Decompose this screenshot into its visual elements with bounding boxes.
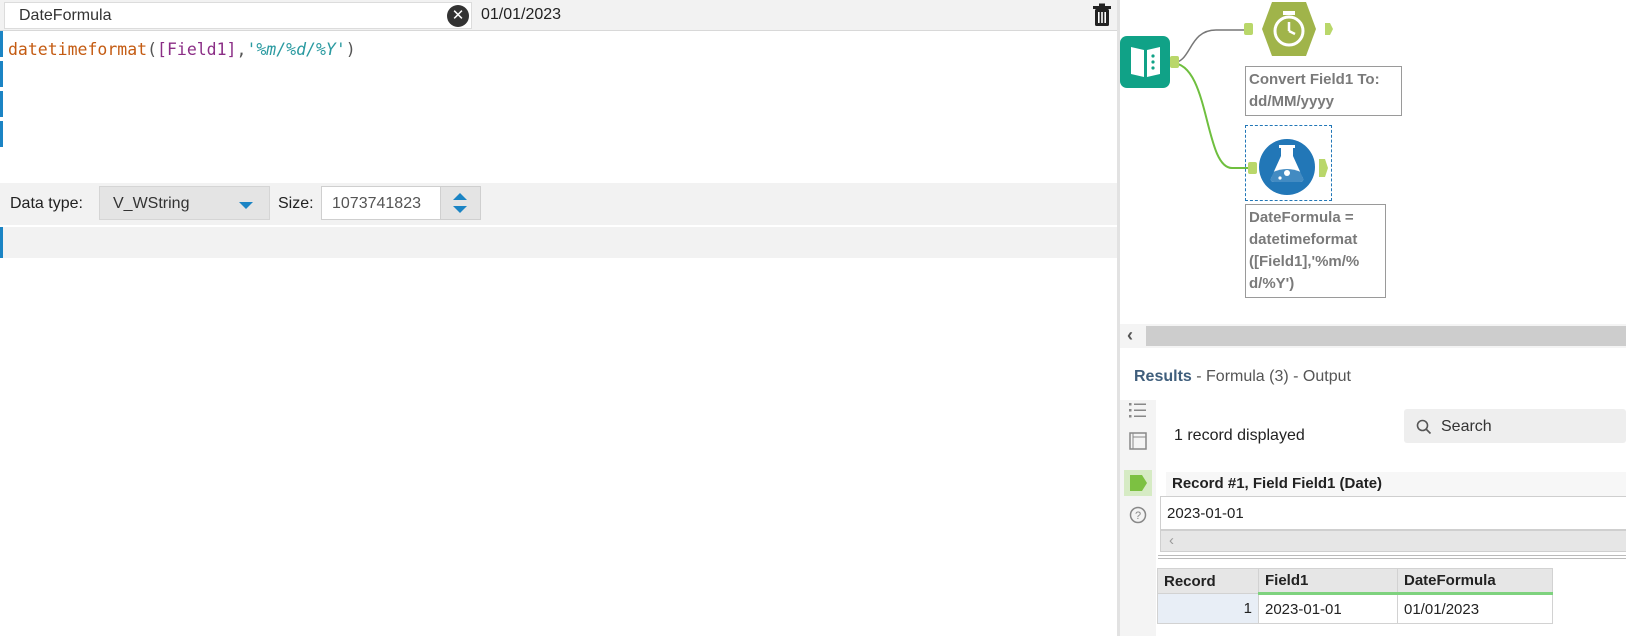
formula-tool[interactable]: [1245, 125, 1332, 201]
clear-field-icon[interactable]: ✕: [447, 5, 469, 27]
flask-icon: [1248, 139, 1328, 195]
column-header-record[interactable]: Record: [1157, 568, 1259, 594]
output-field-name-input[interactable]: DateFormula: [4, 2, 472, 29]
results-panel: Results - Formula (3) - Output ? 1 recor…: [1120, 350, 1626, 636]
data-type-label: Data type:: [10, 195, 83, 212]
size-value: 1073741823: [332, 195, 421, 212]
scroll-left-icon[interactable]: ‹: [1127, 325, 1133, 346]
workflow-canvas[interactable]: Convert Field1 To: dd/MM/yyyy DateFormul…: [1120, 0, 1626, 320]
detail-splitter[interactable]: [1158, 555, 1626, 559]
annotation-line: datetimeformat: [1249, 231, 1358, 248]
help-icon[interactable]: ?: [1128, 505, 1148, 525]
scroll-left-icon[interactable]: ‹: [1169, 532, 1174, 549]
formula-tool-annotation: DateFormula = datetimeformat ([Field1],'…: [1245, 204, 1386, 298]
data-view-selected[interactable]: [1124, 470, 1152, 496]
column-header-dateformula[interactable]: DateFormula: [1397, 568, 1553, 595]
annotation-line: Convert Field1 To:: [1249, 71, 1380, 88]
results-title: Results: [1134, 368, 1192, 385]
next-formula-row[interactable]: [0, 227, 1117, 258]
search-icon: [1416, 419, 1432, 435]
record-count-text: 1 record displayed: [1174, 427, 1305, 444]
expr-format-string: '%m/%d/%Y': [246, 40, 346, 59]
grid-header-row: Record Field1 DateFormula: [1157, 568, 1553, 595]
search-placeholder: Search: [1441, 418, 1492, 435]
datetime-tool-annotation: Convert Field1 To: dd/MM/yyyy: [1245, 66, 1402, 116]
cell-detail-value[interactable]: 2023-01-01: [1160, 496, 1626, 530]
size-stepper[interactable]: 1073741823: [321, 186, 481, 220]
field1-cell[interactable]: 2023-01-01: [1258, 593, 1398, 624]
list-icon[interactable]: [1128, 400, 1148, 420]
input-data-tool[interactable]: [1120, 35, 1180, 90]
expression-editor[interactable]: datetimeformat([Field1],'%m/%d/%Y'): [0, 31, 1117, 183]
expression-code-line[interactable]: datetimeformat([Field1],'%m/%d/%Y'): [8, 40, 356, 59]
record-number-cell[interactable]: 1: [1157, 593, 1259, 624]
gutter-marker: [0, 31, 3, 57]
expr-close-paren: ): [345, 40, 356, 59]
dateformula-cell[interactable]: 01/01/2023: [1397, 593, 1553, 624]
book-icon: [1120, 36, 1179, 88]
clock-icon: [1244, 2, 1333, 56]
annotation-line: d/%Y'): [1249, 275, 1295, 292]
size-spinner[interactable]: [440, 187, 480, 219]
scrollbar-thumb[interactable]: [1146, 326, 1626, 346]
decrement-icon[interactable]: [453, 206, 467, 213]
expr-open-paren: (: [147, 40, 158, 59]
output-field-name-text: DateFormula: [19, 7, 112, 24]
results-sidebar: ?: [1120, 400, 1156, 636]
expr-comma: ,: [236, 40, 247, 59]
cell-detail-scrollbar[interactable]: ‹: [1160, 530, 1626, 552]
table-row[interactable]: 1 2023-01-01 01/01/2023: [1157, 593, 1553, 624]
gutter-marker: [0, 61, 3, 87]
canvas-horizontal-scrollbar[interactable]: ‹: [1120, 324, 1626, 348]
increment-icon[interactable]: [453, 193, 467, 200]
data-tag-icon: [1130, 475, 1147, 491]
datetime-tool[interactable]: [1244, 2, 1334, 58]
gutter-marker: [0, 121, 3, 147]
data-type-value: V_WString: [113, 195, 190, 212]
cell-detail-header: Record #1, Field Field1 (Date): [1166, 472, 1626, 496]
annotation-line: DateFormula =: [1249, 209, 1354, 226]
data-type-row: Data type: V_WString Size: 1073741823: [0, 183, 1117, 225]
results-subtitle: - Formula (3) - Output: [1191, 368, 1351, 385]
formula-preview-value: 01/01/2023: [481, 6, 562, 23]
column-header-field1[interactable]: Field1: [1258, 568, 1398, 595]
formula-editor-panel: DateFormula ✕ 01/01/2023 datetimeformat(…: [0, 0, 1117, 636]
results-search-input[interactable]: Search: [1404, 409, 1626, 443]
metadata-icon[interactable]: [1128, 431, 1148, 451]
formula-field-row: DateFormula ✕ 01/01/2023: [0, 0, 1117, 31]
delete-expression-icon[interactable]: [1091, 3, 1113, 28]
annotation-line: dd/MM/yyyy: [1249, 93, 1335, 110]
size-label: Size:: [278, 195, 314, 212]
gutter-marker: [0, 91, 3, 117]
gutter-marker: [0, 227, 3, 258]
results-grid: Record Field1 DateFormula 1 2023-01-01 0…: [1157, 568, 1553, 624]
expr-field-ref: [Field1]: [157, 40, 237, 59]
chevron-down-icon: [239, 202, 253, 209]
results-header: Results - Formula (3) - Output: [1134, 368, 1351, 386]
annotation-line: ([Field1],'%m/%: [1249, 253, 1360, 270]
data-type-dropdown[interactable]: V_WString: [99, 186, 270, 220]
svg-text:?: ?: [1135, 510, 1141, 522]
expr-function: datetimeformat: [8, 40, 148, 59]
